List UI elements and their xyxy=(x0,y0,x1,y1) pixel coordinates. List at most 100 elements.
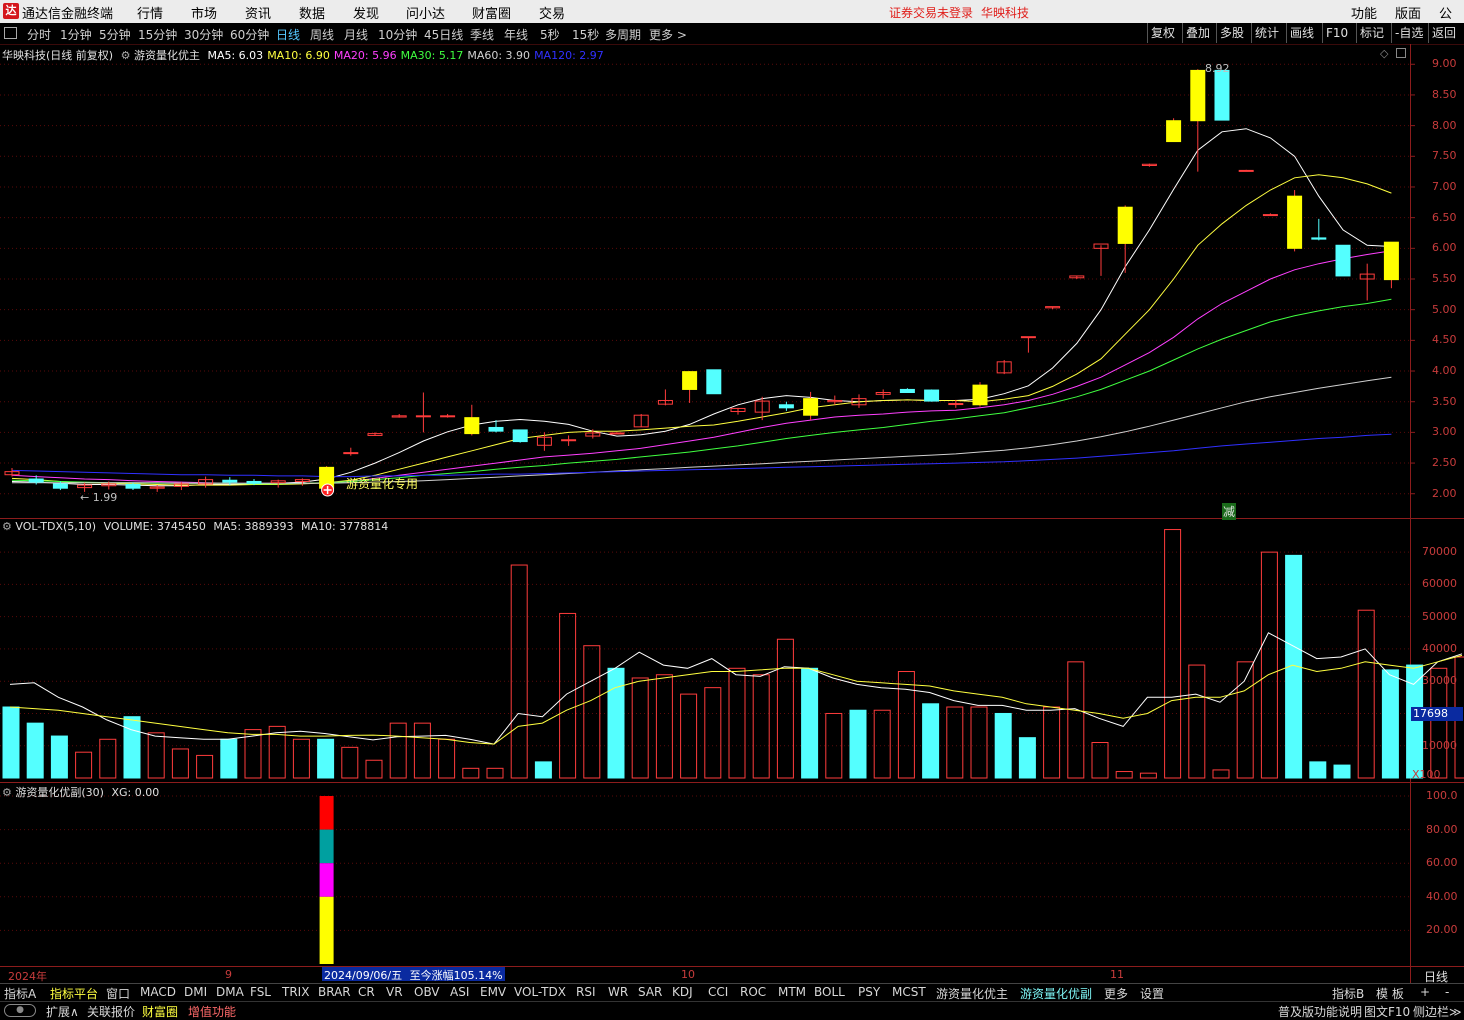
btn-back[interactable]: 返回 xyxy=(1428,23,1459,43)
period-more[interactable]: 更多 > xyxy=(649,26,687,43)
sub-indicator-name[interactable]: 游资量化优副(30) xyxy=(15,786,104,799)
period-5min[interactable]: 5分钟 xyxy=(99,26,131,43)
indicator-tab-right[interactable]: 指标B xyxy=(1332,985,1364,1002)
window-toggle-icon[interactable] xyxy=(4,27,17,39)
period-monthly[interactable]: 月线 xyxy=(344,26,368,43)
indicator-tab[interactable]: PSY xyxy=(858,985,880,999)
volume-bar xyxy=(1139,772,1157,779)
period-30min[interactable]: 30分钟 xyxy=(184,26,223,43)
btn-mark[interactable]: 标记 xyxy=(1356,23,1387,43)
indicator-tab[interactable]: WR xyxy=(608,985,628,999)
volume-bar xyxy=(680,693,698,779)
indicator-tab[interactable]: 指标A xyxy=(4,985,36,1002)
menu-quotes[interactable]: 行情 xyxy=(137,3,163,22)
status-related-quotes[interactable]: 关联报价 xyxy=(87,1003,135,1020)
menu-function[interactable]: 功能 xyxy=(1351,3,1377,22)
main-indicator-name[interactable]: 游资量化优主 xyxy=(134,49,200,62)
indicator-tab[interactable]: DMI xyxy=(184,985,207,999)
indicator-tab[interactable]: CCI xyxy=(708,985,728,999)
period-60min[interactable]: 60分钟 xyxy=(230,26,269,43)
indicator-signal-segment xyxy=(319,796,334,830)
menu-ask[interactable]: 问小达 xyxy=(406,3,445,22)
status-wealth-circle[interactable]: 财富圈 xyxy=(142,1003,178,1020)
indicator-tab[interactable]: 游资量化优主 xyxy=(936,985,1008,1002)
vol-gear-icon[interactable]: ⚙ xyxy=(2,520,12,533)
btn-overlay[interactable]: 叠加 xyxy=(1182,23,1213,43)
candle-body xyxy=(924,389,940,402)
toggle-switch-icon[interactable]: ● xyxy=(4,1004,36,1017)
stock-name-title: 华映科技 xyxy=(981,6,1030,20)
menu-layout[interactable]: 版面 xyxy=(1395,3,1421,22)
period-multi[interactable]: 多周期 xyxy=(605,26,641,43)
indicator-tab[interactable]: EMV xyxy=(480,985,506,999)
status-sidebar[interactable]: 侧边栏≫ xyxy=(1413,1003,1462,1020)
indicator-tab[interactable]: 设置 xyxy=(1140,985,1164,1002)
indicator-tab[interactable]: MCST xyxy=(892,985,926,999)
status-f10[interactable]: 图文F10 xyxy=(1364,1003,1410,1020)
menu-news[interactable]: 资讯 xyxy=(245,3,271,22)
indicator-tab[interactable]: VR xyxy=(386,985,403,999)
period-45day[interactable]: 45日线 xyxy=(424,26,463,43)
login-warning[interactable]: 证券交易未登录 xyxy=(889,4,973,21)
cursor-date-box: 2024/09/06/五 至今涨幅105.14% xyxy=(322,967,505,982)
kline-chart-area[interactable] xyxy=(0,44,1464,983)
btn-draw[interactable]: 画线 xyxy=(1286,23,1317,43)
menu-market[interactable]: 市场 xyxy=(191,3,217,22)
period-timeshare[interactable]: 分时 xyxy=(27,26,51,43)
status-value-added[interactable]: 增值功能 xyxy=(188,1003,236,1020)
indicator-tab[interactable]: 指标平台 xyxy=(50,985,98,1002)
indicator-tab[interactable]: BOLL xyxy=(814,985,845,999)
indicator-tab-right[interactable]: + xyxy=(1420,985,1430,999)
period-5sec[interactable]: 5秒 xyxy=(540,26,560,43)
indicator-tab[interactable]: BRAR xyxy=(318,985,351,999)
indicator-tab[interactable]: SAR xyxy=(638,985,662,999)
menu-wealth[interactable]: 财富圈 xyxy=(472,3,511,22)
indicator-tab[interactable]: 游资量化优副 xyxy=(1020,985,1092,1002)
btn-restore-rights[interactable]: 复权 xyxy=(1147,23,1178,43)
app-title: 通达信金融终端 xyxy=(22,7,114,22)
menu-trade[interactable]: 交易 xyxy=(539,3,565,22)
indicator-tab-right[interactable]: 模 板 xyxy=(1376,985,1404,1002)
indicator-tab[interactable]: KDJ xyxy=(672,985,693,999)
vol-indicator-name[interactable]: VOL-TDX(5,10) xyxy=(15,520,96,533)
indicator-tab[interactable]: ROC xyxy=(740,985,766,999)
status-expand[interactable]: 扩展∧ xyxy=(46,1003,79,1020)
indicator-tab-right[interactable]: - xyxy=(1445,985,1449,999)
period-weekly[interactable]: 周线 xyxy=(310,26,334,43)
indicator-tab[interactable]: VOL-TDX xyxy=(514,985,566,999)
btn-remove-fav[interactable]: -自选 xyxy=(1391,23,1426,43)
ind-gear-icon[interactable]: ⚙ xyxy=(2,786,12,799)
period-10min[interactable]: 10分钟 xyxy=(378,26,417,43)
volume-bar xyxy=(413,722,431,779)
menu-discover[interactable]: 发现 xyxy=(353,3,379,22)
menu-data[interactable]: 数据 xyxy=(299,3,325,22)
period-quarterly[interactable]: 季线 xyxy=(470,26,494,43)
period-15min[interactable]: 15分钟 xyxy=(138,26,177,43)
btn-stats[interactable]: 统计 xyxy=(1251,23,1282,43)
indicator-tab[interactable]: RSI xyxy=(576,985,596,999)
period-1min[interactable]: 1分钟 xyxy=(60,26,92,43)
indicator-tab[interactable]: DMA xyxy=(216,985,244,999)
indicator-tab[interactable]: 窗口 xyxy=(106,985,130,1002)
candle-body xyxy=(682,371,698,390)
indicator-tab[interactable]: MACD xyxy=(140,985,176,999)
status-edition-info[interactable]: 普及版功能说明 xyxy=(1278,1003,1362,1020)
diamond-icon[interactable]: ◇ xyxy=(1380,47,1388,60)
btn-f10[interactable]: F10 xyxy=(1322,23,1351,43)
indicator-tab[interactable]: ASI xyxy=(450,985,469,999)
btn-multi-stock[interactable]: 多股 xyxy=(1216,23,1247,43)
indicator-tab[interactable]: OBV xyxy=(414,985,440,999)
vol-ma10-value: MA10: 3778814 xyxy=(301,520,389,533)
indicator-tab[interactable]: 更多 xyxy=(1104,985,1128,1002)
ma-line-ma30 xyxy=(11,298,1392,485)
indicator-tab[interactable]: MTM xyxy=(778,985,806,999)
period-15sec[interactable]: 15秒 xyxy=(572,26,599,43)
indicator-tab[interactable]: TRIX xyxy=(282,985,309,999)
indicator-tab[interactable]: CR xyxy=(358,985,375,999)
indicator-tab[interactable]: FSL xyxy=(250,985,271,999)
period-yearly[interactable]: 年线 xyxy=(504,26,528,43)
candle-body xyxy=(1238,169,1254,172)
indicator-gear-icon[interactable]: ⚙ xyxy=(121,49,131,62)
period-daily[interactable]: 日线 xyxy=(276,26,300,43)
maximize-pane-icon[interactable] xyxy=(1396,48,1406,58)
